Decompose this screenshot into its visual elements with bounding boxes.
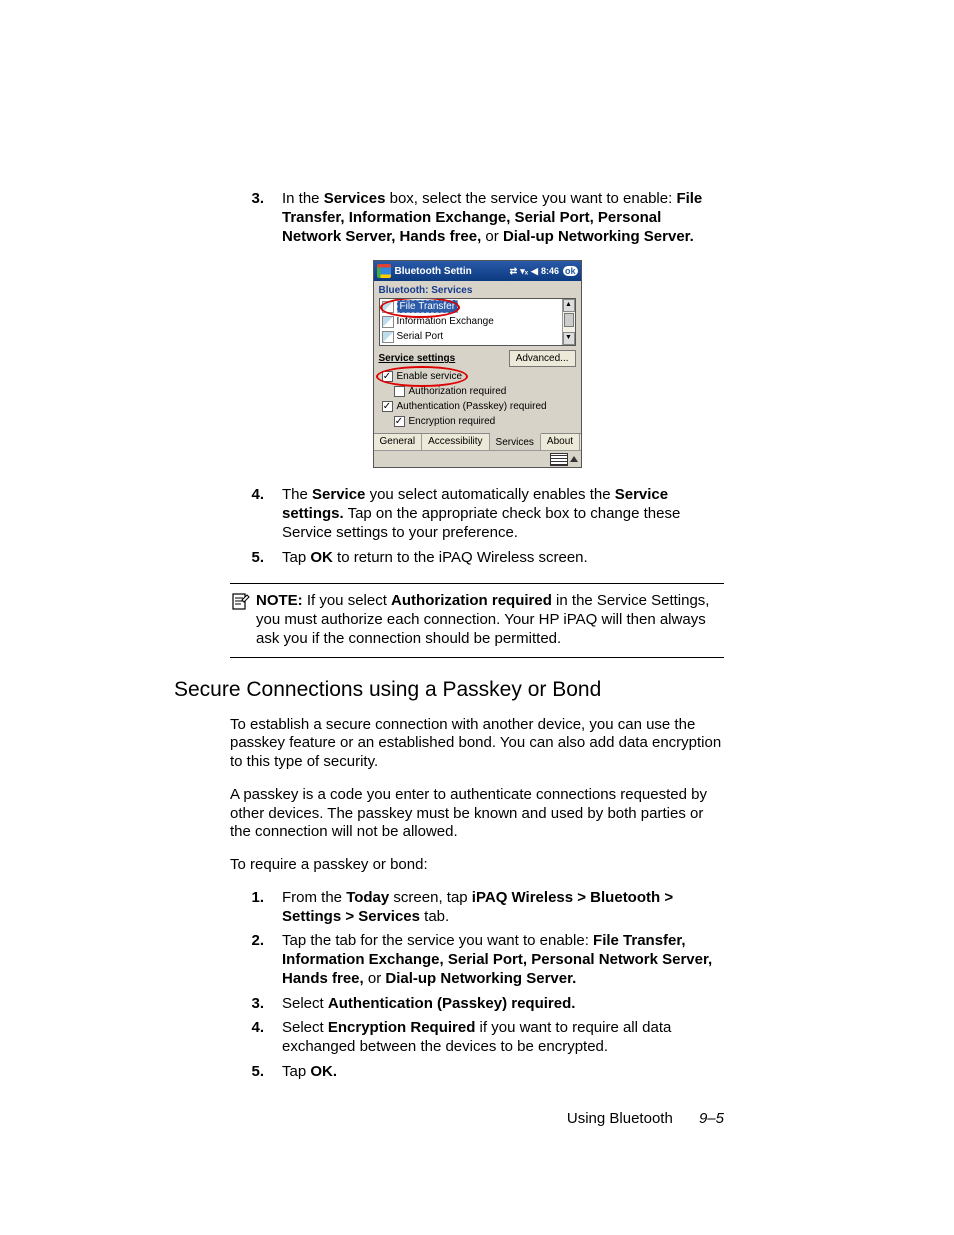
step-number: 5. — [230, 549, 282, 568]
step-4: 4. The Service you select automatically … — [230, 486, 724, 542]
step-3b: 3. Select Authentication (Passkey) requi… — [230, 995, 724, 1014]
service-settings-checks: ✓ Enable service Authorization required … — [374, 367, 581, 433]
step-number: 5. — [230, 1063, 282, 1082]
status-icons: ⇄ ▾ₓ ◀ 8:46 — [510, 266, 559, 277]
passkey-steps: 1. From the Today screen, tap iPAQ Wirel… — [230, 889, 724, 1082]
scroll-up-button[interactable]: ▲ — [563, 299, 575, 312]
step-number: 4. — [230, 486, 282, 542]
check-authorization-required[interactable]: Authorization required — [382, 384, 576, 399]
tab-general[interactable]: General — [374, 434, 423, 450]
sip-bar — [374, 450, 581, 467]
embedded-screenshot: Bluetooth Settin ⇄ ▾ₓ ◀ 8:46 ok Bluetoot… — [230, 260, 724, 468]
step-text: Tap OK. — [282, 1063, 724, 1082]
step-text: Select Encryption Required if you want t… — [282, 1019, 724, 1057]
service-item-file-transfer[interactable]: File Transfer — [380, 299, 575, 314]
step-3: 3. In the Services box, select the servi… — [230, 190, 724, 246]
services-listbox[interactable]: File Transfer Information Exchange Seria… — [379, 298, 576, 346]
paragraph: To establish a secure connection with an… — [230, 716, 724, 772]
service-settings-label: Service settings — [379, 353, 456, 364]
step-number: 3. — [230, 190, 282, 246]
tab-services[interactable]: Services — [490, 433, 541, 450]
step-number: 4. — [230, 1019, 282, 1057]
check-encryption-required[interactable]: ✓ Encryption required — [382, 414, 576, 429]
document-page: 3. In the Services box, select the servi… — [0, 0, 954, 1235]
sip-arrow-icon[interactable] — [570, 456, 578, 462]
step-text: From the Today screen, tap iPAQ Wireless… — [282, 889, 724, 927]
step-4b: 4. Select Encryption Required if you wan… — [230, 1019, 724, 1057]
keyboard-icon[interactable] — [550, 453, 568, 466]
paragraph: To require a passkey or bond: — [230, 856, 724, 875]
step-number: 1. — [230, 889, 282, 927]
advanced-button[interactable]: Advanced... — [509, 350, 576, 367]
note-icon — [230, 592, 256, 648]
serial-port-icon — [382, 331, 394, 343]
service-item-info-exchange[interactable]: Information Exchange — [380, 314, 575, 329]
checkbox-icon[interactable] — [394, 386, 405, 397]
file-transfer-icon — [382, 301, 394, 313]
note-block: NOTE: If you select Authorization requir… — [230, 583, 724, 657]
step-text: Select Authentication (Passkey) required… — [282, 995, 724, 1014]
step-5: 5. Tap OK to return to the iPAQ Wireless… — [230, 549, 724, 568]
step-2: 2. Tap the tab for the service you want … — [230, 932, 724, 988]
checkbox-icon[interactable]: ✓ — [382, 401, 393, 412]
start-flag-icon[interactable] — [377, 264, 391, 278]
signal-icon: ▾ₓ — [520, 266, 528, 277]
speaker-icon: ◀ — [531, 266, 538, 277]
page-number: 9–5 — [699, 1110, 724, 1127]
service-settings-header-row: Service settings Advanced... — [374, 346, 581, 367]
check-enable-service[interactable]: ✓ Enable service — [382, 369, 576, 384]
ok-button[interactable]: ok — [563, 266, 578, 276]
page-footer: Using Bluetooth 9–5 — [567, 1110, 724, 1127]
step-text: The Service you select automatically ena… — [282, 486, 724, 542]
check-authentication-passkey[interactable]: ✓ Authentication (Passkey) required — [382, 399, 576, 414]
scroll-thumb[interactable] — [564, 313, 574, 327]
note-text: NOTE: If you select Authorization requir… — [256, 592, 724, 648]
section-header: Bluetooth: Services — [374, 281, 581, 298]
clock: 8:46 — [541, 266, 559, 276]
tab-bar: General Accessibility Services About — [374, 433, 581, 450]
listbox-scrollbar[interactable]: ▲ ▼ — [562, 299, 575, 345]
window-title: Bluetooth Settin — [395, 266, 510, 277]
chapter-title: Using Bluetooth — [567, 1110, 673, 1127]
service-item-serial-port[interactable]: Serial Port — [380, 329, 575, 344]
step-1: 1. From the Today screen, tap iPAQ Wirel… — [230, 889, 724, 927]
section-heading: Secure Connections using a Passkey or Bo… — [174, 678, 724, 702]
step-text: Tap OK to return to the iPAQ Wireless sc… — [282, 549, 724, 568]
titlebar: Bluetooth Settin ⇄ ▾ₓ ◀ 8:46 ok — [374, 261, 581, 281]
info-exchange-icon — [382, 316, 394, 328]
step-number: 3. — [230, 995, 282, 1014]
device-frame: Bluetooth Settin ⇄ ▾ₓ ◀ 8:46 ok Bluetoot… — [373, 260, 582, 468]
checkbox-icon[interactable]: ✓ — [382, 371, 393, 382]
tab-about[interactable]: About — [541, 434, 580, 450]
step-number: 2. — [230, 932, 282, 988]
step-text: Tap the tab for the service you want to … — [282, 932, 724, 988]
checkbox-icon[interactable]: ✓ — [394, 416, 405, 427]
paragraph: A passkey is a code you enter to authent… — [230, 786, 724, 842]
step-5b: 5. Tap OK. — [230, 1063, 724, 1082]
tab-accessibility[interactable]: Accessibility — [422, 434, 489, 450]
connectivity-icon: ⇄ — [510, 266, 518, 277]
step-text: In the Services box, select the service … — [282, 190, 724, 246]
scroll-down-button[interactable]: ▼ — [563, 332, 575, 345]
